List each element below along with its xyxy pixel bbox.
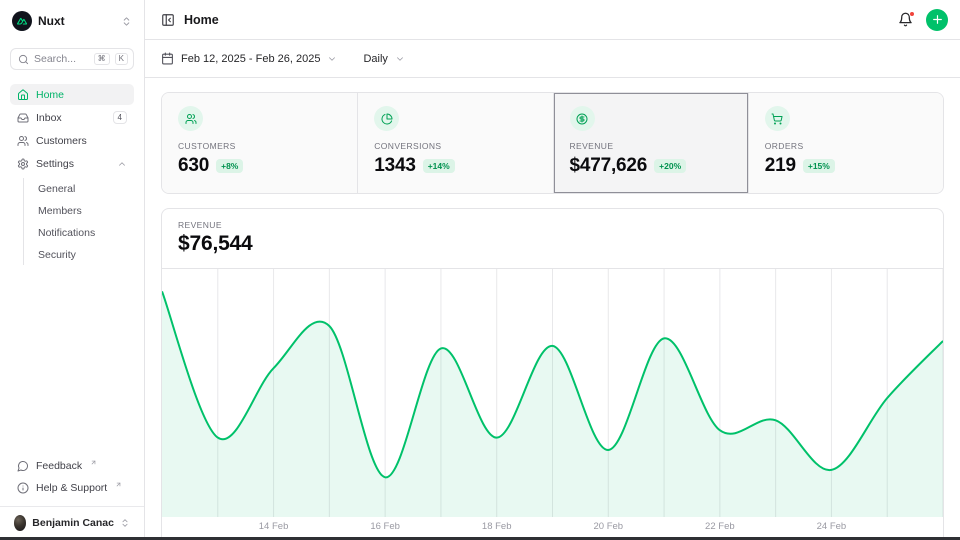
x-tick-label: 16 Feb [370,521,400,532]
stats-panel: CUSTOMERS 630 +8% CONVERSIONS 1343 +14% [161,92,944,194]
sidebar-item-settings[interactable]: Settings [10,153,134,174]
stat-value: 630 [178,155,209,177]
chat-bubble-icon [17,460,29,472]
page-header: Home [145,0,960,40]
stat-label: ORDERS [765,141,927,151]
sidebar-item-label: Settings [36,158,74,170]
user-menu[interactable]: Benjamin Canac [10,508,134,534]
sidebar: Nuxt ⌘ K Home Inb [0,0,145,540]
sidebar-item-members[interactable]: Members [34,200,134,221]
pie-chart-icon [374,106,399,131]
sidebar-item-inbox[interactable]: Inbox 4 [10,107,134,128]
stat-card-revenue[interactable]: REVENUE $477,626 +20% [553,93,748,193]
inbox-icon [17,112,29,124]
kbd-cmd: ⌘ [94,53,110,65]
chevron-up-icon [117,159,127,169]
chart-metric-label: REVENUE [178,220,927,230]
stat-value: 1343 [374,155,415,177]
avatar [14,515,26,531]
stat-value: 219 [765,155,796,177]
settings-submenu: General Members Notifications Security [23,178,134,265]
dollar-circle-icon [570,106,595,131]
sidebar-item-security[interactable]: Security [34,244,134,265]
sidebar-item-help-support[interactable]: Help & Support [10,477,134,498]
app-window: Nuxt ⌘ K Home Inb [0,0,960,540]
external-link-icon [115,481,122,488]
nuxt-logo-icon [12,11,32,31]
sidebar-item-customers[interactable]: Customers [10,130,134,151]
x-tick-label: 18 Feb [482,521,512,532]
external-link-icon [90,459,97,466]
stat-delta-badge: +14% [423,159,455,173]
date-range-value: Feb 12, 2025 - Feb 26, 2025 [181,53,320,65]
kbd-k: K [115,53,128,65]
sidebar-item-label: Home [36,89,64,101]
users-icon [17,135,29,147]
area-chart-svg [162,269,943,517]
x-tick-label: 14 Feb [259,521,289,532]
stat-value: $477,626 [570,155,648,177]
x-tick-label: 20 Feb [593,521,623,532]
chevron-down-icon [395,54,405,64]
x-tick-label: 22 Feb [705,521,735,532]
sidebar-item-label: Help & Support [36,482,107,494]
main-area: Home Feb 12, 2025 - Feb 26, 2025 [145,0,960,540]
add-button[interactable] [926,9,948,31]
chevron-down-icon [327,54,337,64]
sidebar-item-feedback[interactable]: Feedback [10,455,134,476]
sidebar-item-general[interactable]: General [34,178,134,199]
home-icon [17,89,29,101]
info-circle-icon [17,482,29,494]
x-axis-labels: 14 Feb 16 Feb 18 Feb 20 Feb 22 Feb 24 Feb [162,517,943,538]
stat-card-conversions[interactable]: CONVERSIONS 1343 +14% [357,93,552,193]
sidebar-item-label: Inbox [36,112,62,124]
search-icon [18,54,29,65]
gear-icon [17,158,29,170]
filters-toolbar: Feb 12, 2025 - Feb 26, 2025 Daily [145,40,960,78]
sidebar-nav: Home Inbox 4 Customers Settings [10,84,134,267]
sidebar-item-label: Customers [36,135,87,147]
stat-card-orders[interactable]: ORDERS 219 +15% [748,93,943,193]
page-title: Home [184,13,219,27]
chevrons-up-down-icon [121,16,132,27]
chart-metric-value: $76,544 [178,232,927,256]
sidebar-item-home[interactable]: Home [10,84,134,105]
plus-icon [931,13,944,26]
stat-label: CONVERSIONS [374,141,536,151]
users-icon [178,106,203,131]
notification-dot [909,11,915,17]
stat-card-customers[interactable]: CUSTOMERS 630 +8% [162,93,357,193]
search-input-container[interactable]: ⌘ K [10,48,134,70]
stat-label: CUSTOMERS [178,141,341,151]
notifications-button[interactable] [898,12,913,27]
revenue-chart-panel: REVENUE $76,544 14 Feb 16 Feb 18 Feb 20 Feb… [161,208,944,538]
dashboard-content: CUSTOMERS 630 +8% CONVERSIONS 1343 +14% [145,78,960,540]
workspace-switcher[interactable]: Nuxt [10,9,134,33]
workspace-name: Nuxt [38,14,115,28]
date-range-picker[interactable]: Feb 12, 2025 - Feb 26, 2025 [161,52,337,65]
period-select[interactable]: Daily [363,53,404,65]
stat-label: REVENUE [570,141,732,151]
stat-delta-badge: +8% [216,159,243,173]
search-input[interactable] [34,53,89,65]
stat-delta-badge: +15% [803,159,835,173]
divider [0,506,144,507]
inbox-count-badge: 4 [113,111,127,124]
revenue-chart: 14 Feb 16 Feb 18 Feb 20 Feb 22 Feb 24 Feb [162,268,943,538]
sidebar-item-notifications[interactable]: Notifications [34,222,134,243]
chevrons-up-down-icon [120,518,130,528]
period-value: Daily [363,53,387,65]
sidebar-collapse-icon[interactable] [161,13,175,27]
stat-delta-badge: +20% [654,159,686,173]
user-name: Benjamin Canac [32,517,114,529]
x-tick-label: 24 Feb [817,521,847,532]
sidebar-item-label: Feedback [36,460,82,472]
sidebar-footer: Feedback Help & Support Benjamin Canac [10,455,134,534]
calendar-icon [161,52,174,65]
shopping-cart-icon [765,106,790,131]
